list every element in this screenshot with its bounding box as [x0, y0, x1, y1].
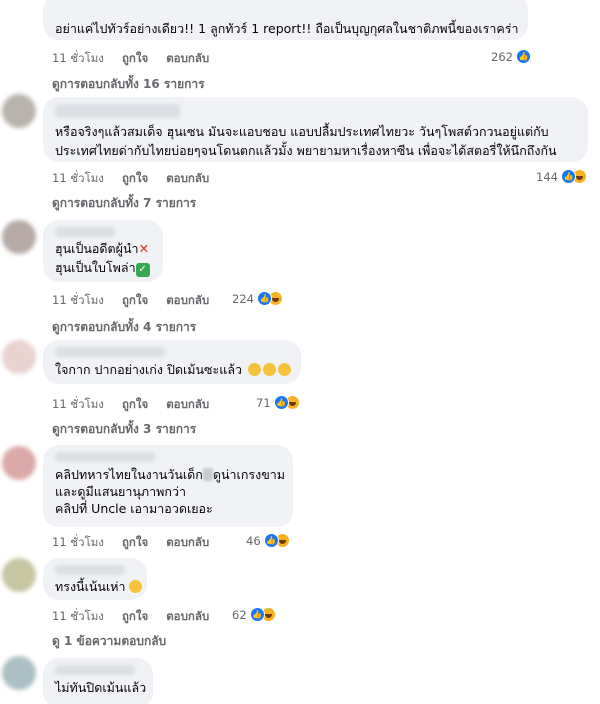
like-reaction-icon: 👍	[249, 607, 265, 622]
author-name-redacted[interactable]	[55, 565, 125, 575]
timestamp[interactable]: 11 ชั่วโมง	[52, 50, 104, 68]
like-button[interactable]: ถูกใจ	[122, 170, 148, 188]
comment-bubble: คลิปทหารไทยในงานวันเด็ก ดูน่าเกรงขาม และด…	[43, 445, 293, 527]
view-replies-link[interactable]: ดูการตอบกลับทั้ง 3 รายการ	[52, 420, 196, 439]
reaction-count: 46	[246, 533, 261, 548]
timestamp[interactable]: 11 ชั่วโมง	[52, 608, 104, 626]
reaction-count: 62	[232, 607, 247, 622]
avatar[interactable]	[2, 446, 36, 480]
comment-text: ใจกาก ปากอย่างเก่ง ปิดเม้นซะแล้ว	[55, 360, 291, 379]
laughing-face-icon	[277, 363, 291, 376]
like-reaction-icon: 👍	[273, 395, 289, 410]
reaction-summary[interactable]: 224 👍	[232, 291, 283, 306]
author-name-redacted[interactable]	[55, 104, 180, 118]
cross-mark-icon: ✕	[138, 241, 150, 256]
like-button[interactable]: ถูกใจ	[122, 608, 148, 626]
laughing-face-icon	[247, 363, 261, 376]
reaction-summary[interactable]: 262 👍	[491, 49, 531, 64]
comment-bubble: หรือจริงๆแล้วสมเด็จ ฮุนเซน มันจะแอบชอบ แ…	[43, 97, 588, 162]
comment-bubble: ใจกาก ปากอย่างเก่ง ปิดเม้นซะแล้ว	[43, 340, 301, 384]
view-replies-link[interactable]: ดู 1 ข้อความตอบกลับ	[52, 632, 166, 651]
comment-bubble: ไม่ทันปิดเม้นแล้ว	[43, 658, 153, 704]
comment-text: ฮุนเป็นอดีตผู้นำ✕	[55, 241, 150, 256]
view-replies-link[interactable]: ดูการตอบกลับทั้ง 4 รายการ	[52, 318, 196, 337]
avatar[interactable]	[2, 340, 36, 374]
avatar[interactable]	[2, 94, 36, 128]
like-reaction-icon: 👍	[256, 291, 272, 306]
avatar[interactable]	[2, 656, 36, 690]
reaction-summary[interactable]: 71 👍	[256, 395, 300, 410]
check-mark-icon: ✓	[135, 263, 150, 277]
author-name-redacted[interactable]	[55, 665, 135, 675]
comment-text: ไม่ทันปิดเม้นแล้ว	[55, 680, 147, 695]
comment-text: ฮุนเป็นใบโพล่า ✓	[55, 258, 151, 277]
comment-bubble: อย่าแค่ไปทัวร์อย่างเดียว!! 1 ลูกทัวร์ 1 …	[43, 0, 528, 40]
comment-actions: 11 ชั่วโมง ถูกใจ ตอบกลับ	[52, 608, 209, 626]
like-reaction-icon: 👍	[263, 533, 279, 548]
reply-button[interactable]: ตอบกลับ	[166, 292, 209, 310]
reaction-count: 71	[256, 395, 271, 410]
avatar[interactable]	[2, 220, 36, 254]
author-name-redacted[interactable]	[55, 227, 115, 237]
timestamp[interactable]: 11 ชั่วโมง	[52, 292, 104, 310]
avatar[interactable]	[2, 558, 36, 592]
view-replies-link[interactable]: ดูการตอบกลับทั้ง 7 รายการ	[52, 194, 196, 213]
timestamp[interactable]: 11 ชั่วโมง	[52, 396, 104, 414]
redacted-word	[202, 468, 213, 481]
comment-actions: 11 ชั่วโมง ถูกใจ ตอบกลับ	[52, 50, 209, 68]
laughing-face-icon	[262, 363, 276, 376]
comment-actions: 11 ชั่วโมง ถูกใจ ตอบกลับ	[52, 292, 209, 310]
timestamp[interactable]: 11 ชั่วโมง	[52, 534, 104, 552]
like-button[interactable]: ถูกใจ	[122, 396, 148, 414]
author-name-redacted[interactable]	[55, 347, 165, 357]
comment-actions: 11 ชั่วโมง ถูกใจ ตอบกลับ	[52, 170, 209, 188]
timestamp[interactable]: 11 ชั่วโมง	[52, 170, 104, 188]
comment-text: อย่าแค่ไปทัวร์อย่างเดียว!! 1 ลูกทัวร์ 1 …	[55, 21, 519, 36]
comment-actions: 11 ชั่วโมง ถูกใจ ตอบกลับ	[52, 534, 209, 552]
reply-button[interactable]: ตอบกลับ	[166, 534, 209, 552]
reaction-count: 224	[232, 291, 254, 306]
comment-text: หรือจริงๆแล้วสมเด็จ ฮุนเซน มันจะแอบชอบ แ…	[55, 124, 549, 139]
like-button[interactable]: ถูกใจ	[122, 292, 148, 310]
like-button[interactable]: ถูกใจ	[122, 50, 148, 68]
reaction-count: 262	[491, 49, 513, 64]
comment-text: ทรงนี้เน้นเห่า	[55, 577, 143, 596]
reaction-count: 144	[536, 169, 558, 184]
comment-bubble: ทรงนี้เน้นเห่า	[43, 558, 147, 600]
like-button[interactable]: ถูกใจ	[122, 534, 148, 552]
comment-bubble: ฮุนเป็นอดีตผู้นำ✕ ฮุนเป็นใบโพล่า ✓	[43, 220, 163, 282]
comment-text: คลิปทหารไทยในงานวันเด็ก ดูน่าเกรงขาม	[55, 467, 286, 482]
reply-button[interactable]: ตอบกลับ	[166, 608, 209, 626]
reply-button[interactable]: ตอบกลับ	[166, 50, 209, 68]
author-name-redacted[interactable]	[55, 452, 155, 462]
reaction-summary[interactable]: 144 👍	[536, 169, 587, 184]
reaction-summary[interactable]: 46 👍	[246, 533, 290, 548]
like-reaction-icon: 👍	[515, 49, 531, 64]
comment-text: ประเทศไทยด่ากับไทยบ่อยๆจนโดนตกแล้วมั้ง พ…	[55, 143, 557, 158]
comment-actions: 11 ชั่วโมง ถูกใจ ตอบกลับ	[52, 396, 209, 414]
comment-text: และดูมีแสนยานุภาพกว่า	[55, 484, 187, 499]
reply-button[interactable]: ตอบกลับ	[166, 396, 209, 414]
comment-text: คลิปที่ Uncle เอามาอวดเยอะ	[55, 501, 213, 516]
grimacing-face-icon	[129, 580, 143, 593]
view-replies-link[interactable]: ดูการตอบกลับทั้ง 16 รายการ	[52, 75, 205, 94]
reply-button[interactable]: ตอบกลับ	[166, 170, 209, 188]
reaction-summary[interactable]: 62 👍	[232, 607, 276, 622]
like-reaction-icon: 👍	[560, 169, 576, 184]
